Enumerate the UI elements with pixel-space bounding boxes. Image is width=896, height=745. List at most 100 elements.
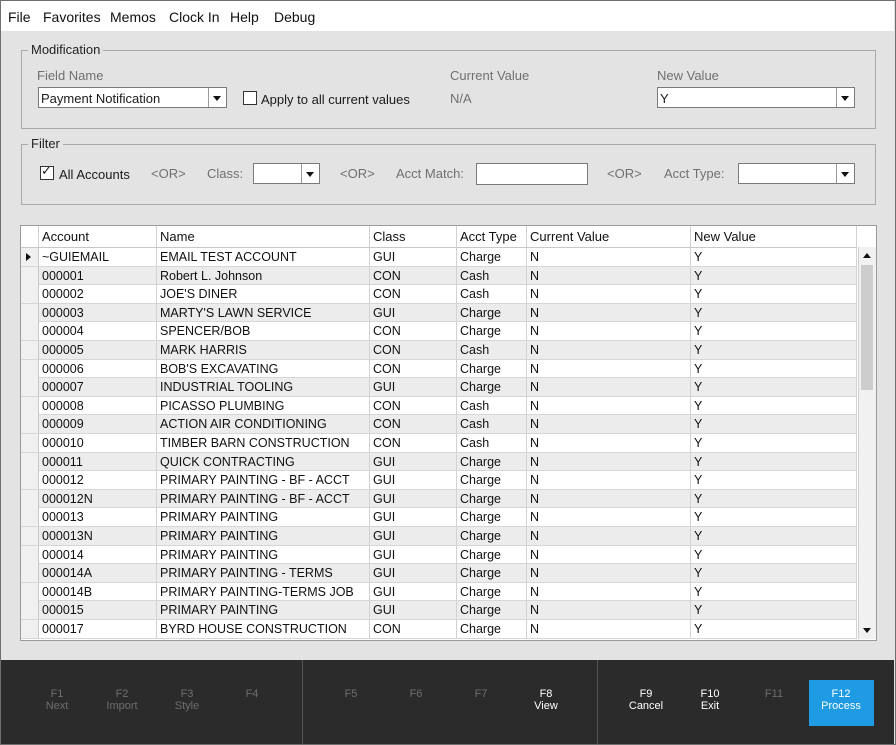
menu-file[interactable]: File — [8, 9, 31, 25]
cell-account[interactable]: 000012 — [39, 471, 157, 490]
row-selector[interactable] — [21, 434, 39, 452]
col-class[interactable]: Class — [370, 226, 457, 247]
cell-name[interactable]: Robert L. Johnson — [157, 266, 370, 285]
table-row[interactable]: 000006 BOB'S EXCAVATING CON Charge N Y — [21, 359, 857, 379]
row-selector[interactable] — [21, 266, 39, 285]
cell-new-value[interactable]: Y — [691, 248, 857, 266]
cell-name[interactable]: SPENCER/BOB — [157, 322, 370, 341]
cell-acct-type[interactable]: Charge — [457, 564, 527, 583]
cell-account[interactable]: 000012N — [39, 489, 157, 508]
fkey-f4-button[interactable]: F4 — [222, 688, 282, 700]
cell-class[interactable]: CON — [370, 359, 457, 378]
cell-acct-type[interactable]: Cash — [457, 396, 527, 415]
vertical-scrollbar[interactable] — [858, 247, 876, 639]
row-selector[interactable] — [21, 545, 39, 564]
table-row[interactable]: ~GUIEMAIL EMAIL TEST ACCOUNT GUI Charge N Y — [21, 248, 857, 267]
cell-new-value[interactable]: Y — [691, 545, 857, 564]
menu-help[interactable]: Help — [230, 9, 259, 25]
cell-current-value[interactable]: N — [527, 489, 691, 508]
cell-current-value[interactable]: N — [527, 471, 691, 490]
cell-class[interactable]: GUI — [370, 601, 457, 620]
cell-acct-type[interactable]: Cash — [457, 341, 527, 359]
cell-current-value[interactable]: N — [527, 303, 691, 322]
col-name[interactable]: Name — [157, 226, 370, 247]
chevron-down-icon[interactable] — [208, 88, 226, 107]
cell-name[interactable]: PRIMARY PAINTING — [157, 527, 370, 545]
cell-account[interactable]: 000015 — [39, 601, 157, 620]
cell-class[interactable]: GUI — [370, 489, 457, 508]
cell-new-value[interactable]: Y — [691, 322, 857, 341]
cell-account[interactable]: 000005 — [39, 341, 157, 359]
cell-class[interactable]: CON — [370, 341, 457, 359]
cell-acct-type[interactable]: Cash — [457, 434, 527, 452]
fkey-f3-button[interactable]: F3 Style — [157, 688, 217, 712]
scroll-down-icon[interactable] — [859, 622, 876, 639]
row-selector[interactable] — [21, 322, 39, 341]
cell-acct-type[interactable]: Charge — [457, 359, 527, 378]
cell-current-value[interactable]: N — [527, 434, 691, 452]
cell-new-value[interactable]: Y — [691, 415, 857, 434]
row-selector[interactable] — [21, 248, 39, 266]
col-new-value[interactable]: New Value — [691, 226, 857, 247]
cell-current-value[interactable]: N — [527, 285, 691, 304]
row-selector[interactable] — [21, 341, 39, 359]
table-row[interactable]: 000017 BYRD HOUSE CONSTRUCTION CON Charge N Y — [21, 620, 857, 639]
fkey-f9-button[interactable]: F9 Cancel — [616, 688, 676, 712]
chevron-down-icon[interactable] — [836, 164, 854, 183]
cell-name[interactable]: PICASSO PLUMBING — [157, 396, 370, 415]
table-row[interactable]: 000012N PRIMARY PAINTING - BF - ACCT GUI Ch… — [21, 489, 857, 509]
table-row[interactable]: 000009 ACTION AIR CONDITIONING CON Cash N Y — [21, 415, 857, 434]
table-row[interactable]: 000014A PRIMARY PAINTING - TERMS GUI Charge… — [21, 564, 857, 583]
cell-name[interactable]: PRIMARY PAINTING - TERMS — [157, 564, 370, 583]
cell-new-value[interactable]: Y — [691, 471, 857, 490]
cell-acct-type[interactable]: Cash — [457, 266, 527, 285]
cell-account[interactable]: 000010 — [39, 434, 157, 452]
cell-current-value[interactable]: N — [527, 527, 691, 545]
cell-class[interactable]: GUI — [370, 527, 457, 545]
cell-current-value[interactable]: N — [527, 545, 691, 564]
cell-name[interactable]: MARK HARRIS — [157, 341, 370, 359]
table-row[interactable]: 000004 SPENCER/BOB CON Charge N Y — [21, 322, 857, 341]
cell-new-value[interactable]: Y — [691, 582, 857, 601]
cell-account[interactable]: 000014B — [39, 582, 157, 601]
all-accounts-checkbox[interactable]: ✓ — [40, 163, 54, 180]
cell-account[interactable]: 000006 — [39, 359, 157, 378]
fkey-f7-button[interactable]: F7 — [451, 688, 511, 700]
row-selector[interactable] — [21, 489, 39, 508]
cell-acct-type[interactable]: Charge — [457, 601, 527, 620]
cell-acct-type[interactable]: Charge — [457, 620, 527, 638]
cell-name[interactable]: MARTY'S LAWN SERVICE — [157, 303, 370, 322]
cell-current-value[interactable]: N — [527, 378, 691, 397]
table-row[interactable]: 000015 PRIMARY PAINTING GUI Charge N Y — [21, 601, 857, 620]
apply-all-checkbox[interactable] — [243, 91, 257, 105]
cell-class[interactable]: GUI — [370, 564, 457, 583]
cell-class[interactable]: CON — [370, 266, 457, 285]
cell-acct-type[interactable]: Charge — [457, 452, 527, 471]
cell-new-value[interactable]: Y — [691, 508, 857, 527]
cell-current-value[interactable]: N — [527, 396, 691, 415]
cell-name[interactable]: EMAIL TEST ACCOUNT — [157, 248, 370, 266]
table-row[interactable]: 000014 PRIMARY PAINTING GUI Charge N Y — [21, 545, 857, 565]
cell-acct-type[interactable]: Cash — [457, 285, 527, 304]
cell-acct-type[interactable]: Charge — [457, 527, 527, 545]
cell-name[interactable]: PRIMARY PAINTING — [157, 508, 370, 527]
table-row[interactable]: 000002 JOE'S DINER CON Cash N Y — [21, 285, 857, 304]
cell-acct-type[interactable]: Charge — [457, 322, 527, 341]
table-row[interactable]: 000013N PRIMARY PAINTING GUI Charge N Y — [21, 527, 857, 546]
cell-account[interactable]: 000004 — [39, 322, 157, 341]
cell-acct-type[interactable]: Charge — [457, 303, 527, 322]
cell-account[interactable]: 000017 — [39, 620, 157, 638]
cell-account[interactable]: 000014A — [39, 564, 157, 583]
cell-current-value[interactable]: N — [527, 248, 691, 266]
cell-class[interactable]: CON — [370, 415, 457, 434]
cell-account[interactable]: ~GUIEMAIL — [39, 248, 157, 266]
cell-current-value[interactable]: N — [527, 452, 691, 471]
cell-name[interactable]: PRIMARY PAINTING - BF - ACCT — [157, 489, 370, 508]
cell-acct-type[interactable]: Charge — [457, 508, 527, 527]
acct-match-input[interactable] — [476, 163, 588, 185]
cell-acct-type[interactable]: Charge — [457, 489, 527, 508]
row-selector[interactable] — [21, 359, 39, 378]
col-current-value[interactable]: Current Value — [527, 226, 691, 247]
cell-new-value[interactable]: Y — [691, 378, 857, 397]
cell-name[interactable]: PRIMARY PAINTING — [157, 545, 370, 564]
